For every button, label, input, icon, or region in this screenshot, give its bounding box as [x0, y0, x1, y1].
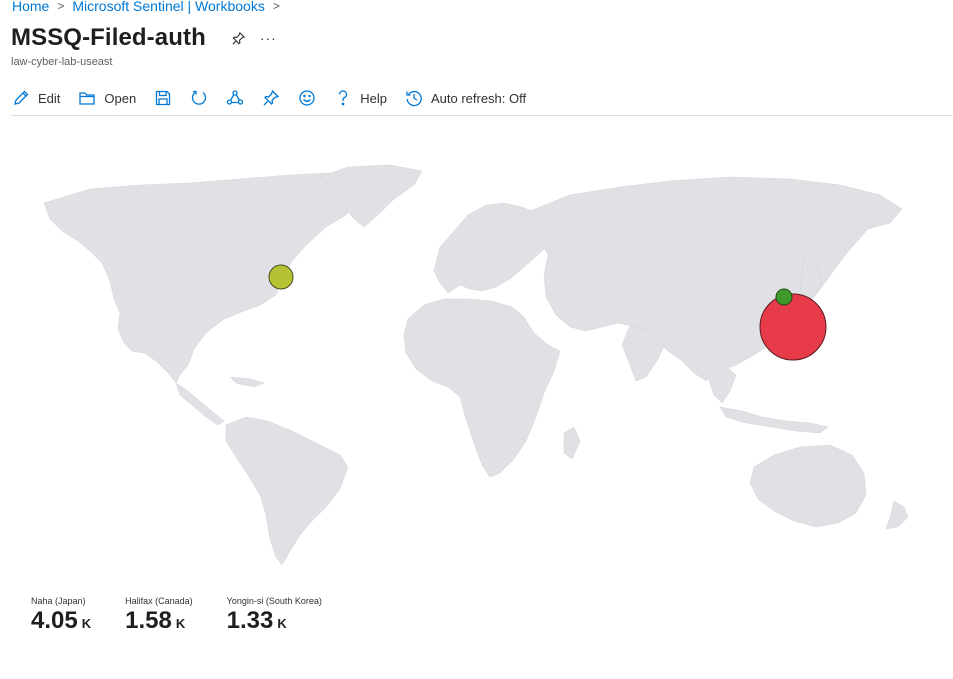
breadcrumb-sentinel-link[interactable]: Microsoft Sentinel | Workbooks	[72, 0, 264, 14]
southeast-asia-landmass	[705, 364, 737, 404]
tile-unit: K	[175, 616, 186, 631]
australia-landmass	[749, 444, 867, 528]
tile-value: 1.58 K	[125, 607, 193, 635]
caribbean-islands	[229, 376, 265, 388]
more-options-button[interactable]: ···	[260, 30, 277, 46]
share-icon	[227, 90, 244, 105]
breadcrumb-separator: >	[57, 0, 65, 13]
tile-yongin-si[interactable]: Yongin-si (South Korea) 1.33 K	[227, 596, 322, 635]
africa-landmass	[403, 298, 561, 478]
refresh-button[interactable]	[190, 89, 208, 107]
tile-naha[interactable]: Naha (Japan) 4.05 K	[31, 596, 91, 635]
edit-button[interactable]: Edit	[12, 89, 60, 107]
history-icon	[406, 90, 422, 107]
share-button[interactable]	[226, 89, 244, 107]
north-america-landmass	[43, 172, 361, 384]
asia-landmass	[529, 176, 903, 382]
madagascar-island	[563, 426, 581, 460]
summary-tiles: Naha (Japan) 4.05 K Halifax (Canada) 1.58…	[31, 596, 356, 635]
help-button[interactable]: Help	[334, 89, 387, 107]
auto-refresh-label: Auto refresh: Off	[430, 90, 527, 106]
workspace-name: law-cyber-lab-useast	[11, 56, 113, 68]
new-zealand-islands	[885, 500, 909, 530]
tile-number: 4.05	[31, 607, 78, 634]
open-label: Open	[104, 90, 137, 106]
auto-refresh-button[interactable]: Auto refresh: Off	[405, 89, 526, 107]
central-america-landmass	[175, 382, 225, 426]
tile-label: Halifax (Canada)	[125, 596, 193, 606]
pencil-icon	[14, 90, 29, 105]
indonesia-islands	[719, 406, 829, 434]
tile-label: Yongin-si (South Korea)	[226, 596, 322, 606]
refresh-icon	[192, 90, 207, 105]
edit-label: Edit	[38, 90, 61, 106]
question-icon	[339, 90, 348, 106]
title-row: MSSQ-Filed-auth ···	[11, 24, 277, 52]
folder-icon	[79, 92, 96, 105]
help-label: Help	[360, 90, 387, 106]
pin-button[interactable]	[262, 89, 280, 107]
tile-label: Naha (Japan)	[31, 596, 86, 606]
save-button[interactable]	[154, 89, 172, 107]
feedback-button[interactable]	[298, 89, 316, 107]
tile-value: 1.33 K	[227, 607, 322, 635]
tile-unit: K	[277, 616, 287, 631]
tile-unit: K	[81, 616, 92, 631]
tile-halifax[interactable]: Halifax (Canada) 1.58 K	[125, 596, 193, 635]
pin-icon[interactable]	[230, 29, 248, 47]
map-marker-naha[interactable]	[759, 293, 827, 361]
page-title: MSSQ-Filed-auth	[11, 24, 206, 51]
toolbar: Edit Open Help Auto refresh: Off	[12, 86, 544, 110]
tile-value: 4.05 K	[31, 607, 91, 635]
map-marker-yongin-si[interactable]	[775, 288, 793, 306]
breadcrumb-separator: >	[272, 0, 280, 13]
breadcrumb: Home > Microsoft Sentinel | Workbooks >	[12, 0, 288, 15]
tile-number: 1.58	[125, 607, 172, 634]
pin-icon	[263, 89, 280, 106]
save-icon	[156, 90, 171, 106]
breadcrumb-home-link[interactable]: Home	[12, 0, 49, 14]
map-marker-halifax[interactable]	[268, 264, 294, 290]
world-map	[43, 164, 909, 566]
open-button[interactable]: Open	[78, 89, 136, 107]
smiley-icon	[299, 90, 315, 106]
toolbar-divider	[11, 115, 953, 116]
south-america-landmass	[225, 416, 349, 566]
tile-number: 1.33	[226, 607, 274, 634]
